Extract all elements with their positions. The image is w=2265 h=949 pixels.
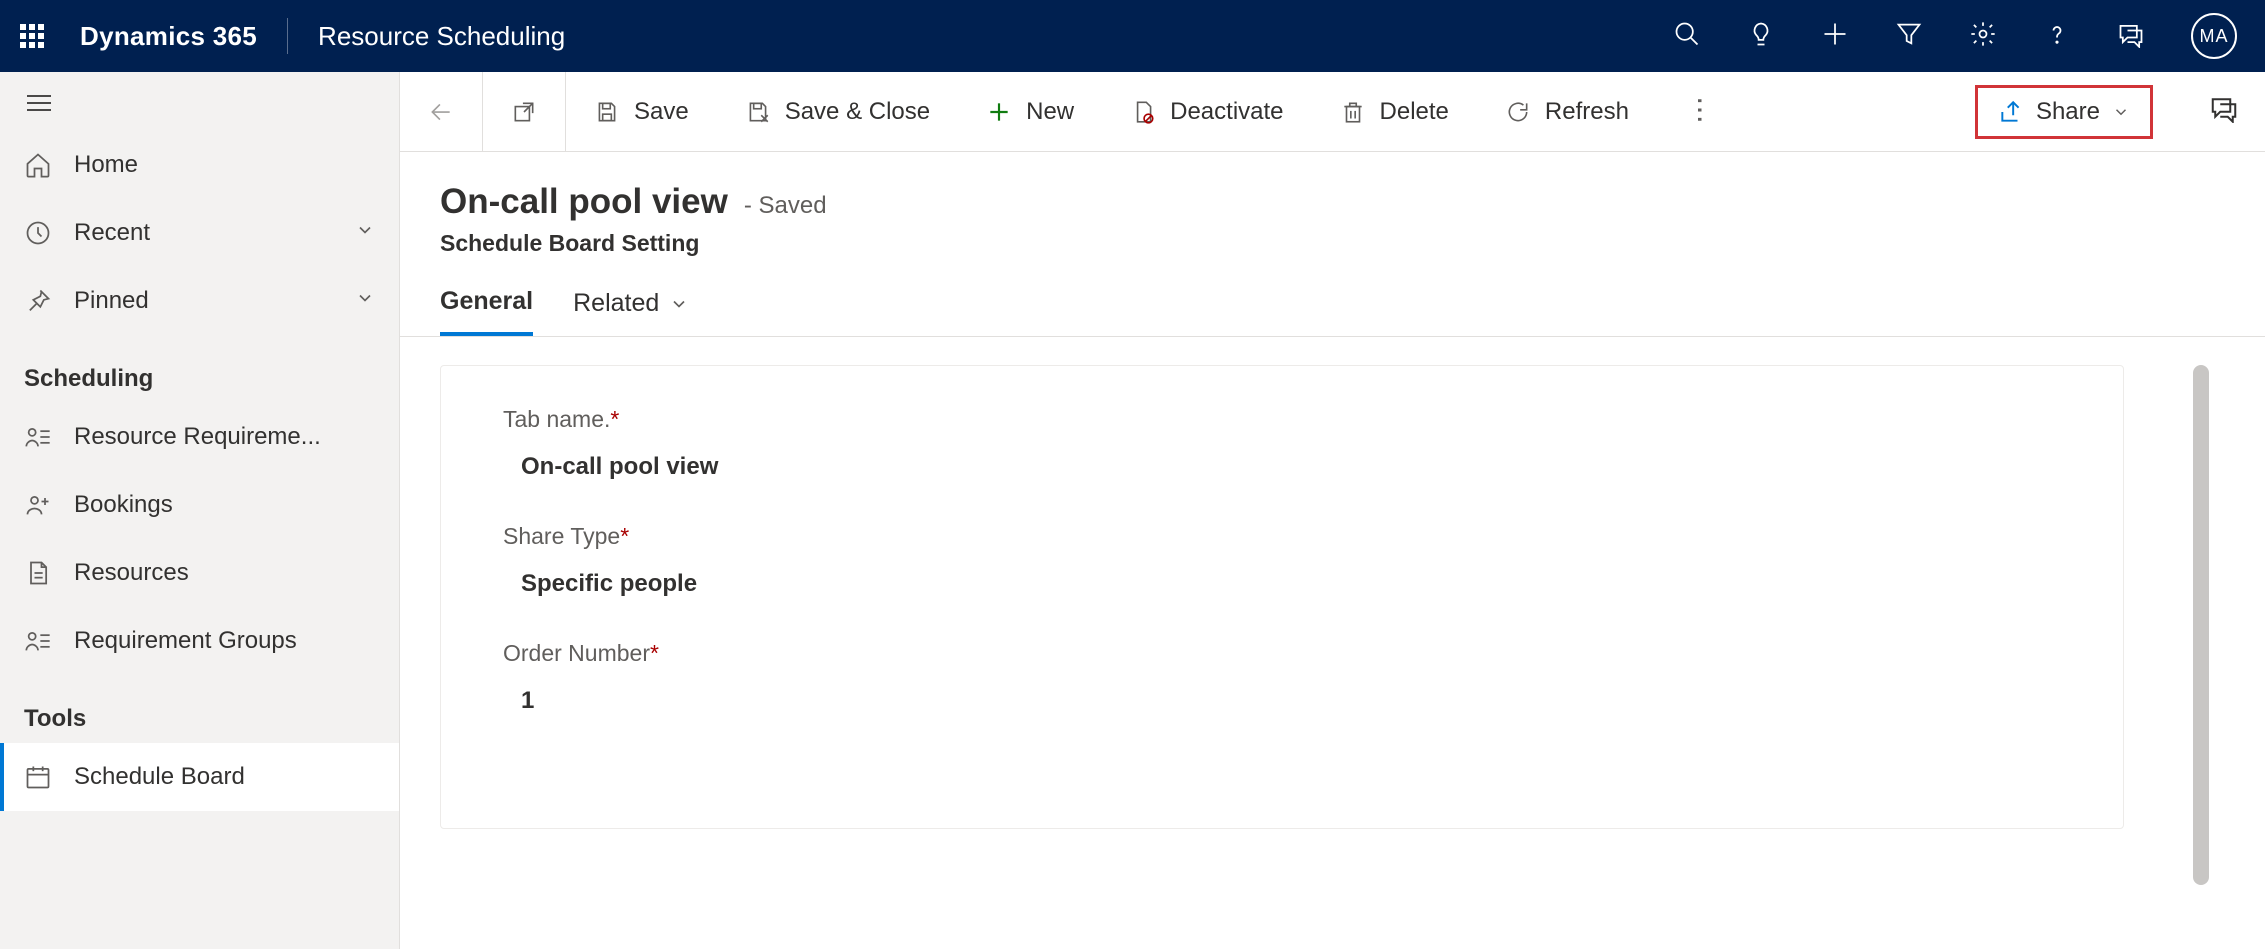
field-label: Order Number <box>503 640 650 666</box>
sidebar-item-schedule-board[interactable]: Schedule Board <box>0 743 399 811</box>
sidebar-item-label: Requirement Groups <box>74 627 297 655</box>
sidebar-section-tools: Tools <box>0 675 399 743</box>
page-title: On-call pool view <box>440 182 728 222</box>
sidebar-item-recent[interactable]: Recent <box>0 199 399 267</box>
refresh-button[interactable]: Refresh <box>1477 72 1657 151</box>
chevron-down-icon <box>355 287 375 315</box>
cmd-label: Delete <box>1380 98 1449 126</box>
chevron-down-icon <box>355 219 375 247</box>
sidebar-item-bookings[interactable]: Bookings <box>0 471 399 539</box>
field-label: Tab name. <box>503 406 610 432</box>
overflow-menu[interactable]: ⋯ <box>1657 72 1744 151</box>
form-tabs: General Related <box>400 257 2265 337</box>
help-icon[interactable] <box>2043 20 2071 53</box>
lightbulb-icon[interactable] <box>1747 20 1775 53</box>
sidebar-item-label: Bookings <box>74 491 173 519</box>
share-button[interactable]: Share <box>1975 85 2153 139</box>
deactivate-button[interactable]: Deactivate <box>1102 72 1311 151</box>
field-label: Share Type <box>503 523 620 549</box>
entity-name: Schedule Board Setting <box>440 230 2225 257</box>
sidebar-item-pinned[interactable]: Pinned <box>0 267 399 335</box>
command-bar: Save Save & Close New Deactivate Delete <box>400 72 2265 152</box>
gear-icon[interactable] <box>1969 20 1997 53</box>
field-value: 1 <box>503 687 2061 715</box>
dots-icon: ⋯ <box>1684 96 1717 127</box>
sidebar-item-requirement-groups[interactable]: Requirement Groups <box>0 607 399 675</box>
field-share-type[interactable]: Share Type* Specific people <box>503 523 2061 598</box>
cmd-label: Save & Close <box>785 98 930 126</box>
cmd-label: Save <box>634 98 689 126</box>
tab-related[interactable]: Related <box>573 287 689 336</box>
field-order-number[interactable]: Order Number* 1 <box>503 640 2061 715</box>
tab-label: General <box>440 287 533 316</box>
search-icon[interactable] <box>1673 20 1701 53</box>
save-close-button[interactable]: Save & Close <box>717 72 958 151</box>
nav-collapse-button[interactable] <box>0 80 399 131</box>
saved-indicator: - Saved <box>744 192 827 220</box>
brand-name[interactable]: Dynamics 365 <box>80 21 257 52</box>
filter-icon[interactable] <box>1895 20 1923 53</box>
sidebar-item-home[interactable]: Home <box>0 131 399 199</box>
sidebar-item-resource-requirements[interactable]: Resource Requireme... <box>0 403 399 471</box>
chat-icon[interactable] <box>2117 20 2145 53</box>
cmd-label: New <box>1026 98 1074 126</box>
back-button[interactable] <box>400 72 483 151</box>
cmd-label: Refresh <box>1545 98 1629 126</box>
form-card: Tab name.* On-call pool view Share Type*… <box>440 365 2124 829</box>
sidebar-item-label: Schedule Board <box>74 763 245 791</box>
divider <box>287 18 288 54</box>
new-button[interactable]: New <box>958 72 1102 151</box>
sidebar-item-resources[interactable]: Resources <box>0 539 399 607</box>
popout-button[interactable] <box>483 72 566 151</box>
sidebar-section-scheduling: Scheduling <box>0 335 399 403</box>
app-header: Dynamics 365 Resource Scheduling MA <box>0 0 2265 72</box>
plus-icon[interactable] <box>1821 20 1849 53</box>
save-button[interactable]: Save <box>566 72 717 151</box>
scrollbar[interactable] <box>2193 365 2209 885</box>
avatar[interactable]: MA <box>2191 13 2237 59</box>
page-header: On-call pool view - Saved Schedule Board… <box>400 152 2265 257</box>
field-value: Specific people <box>503 570 2061 598</box>
field-tab-name[interactable]: Tab name.* On-call pool view <box>503 406 2061 481</box>
chevron-down-icon <box>669 294 689 314</box>
module-name[interactable]: Resource Scheduling <box>318 21 565 52</box>
sidebar-item-label: Resources <box>74 559 189 587</box>
sidebar: Home Recent Pinned Scheduling Resource R… <box>0 72 400 949</box>
delete-button[interactable]: Delete <box>1312 72 1477 151</box>
assistant-pane-icon[interactable] <box>2183 93 2265 130</box>
cmd-label: Deactivate <box>1170 98 1283 126</box>
sidebar-item-label: Resource Requireme... <box>74 423 321 451</box>
field-value: On-call pool view <box>503 453 2061 481</box>
tab-general[interactable]: General <box>440 287 533 336</box>
sidebar-item-label: Home <box>74 151 138 179</box>
cmd-label: Share <box>2036 98 2100 126</box>
app-launcher-icon[interactable] <box>20 24 44 48</box>
sidebar-item-label: Pinned <box>74 287 149 315</box>
tab-label: Related <box>573 289 659 318</box>
sidebar-item-label: Recent <box>74 219 150 247</box>
